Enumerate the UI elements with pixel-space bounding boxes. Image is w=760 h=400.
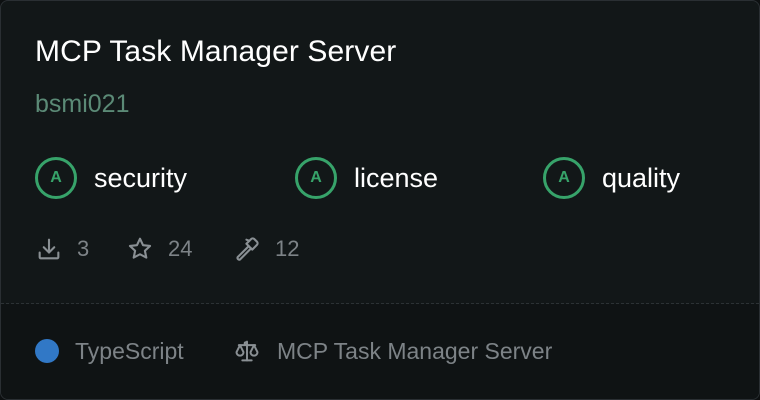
language-info: TypeScript [35, 336, 184, 366]
language-color-dot [35, 339, 59, 363]
hammer-icon [236, 237, 259, 261]
quality-label: quality [602, 162, 681, 193]
scale-icon [235, 340, 259, 362]
license-info: MCP Task Manager Server [233, 336, 552, 366]
badge-license[interactable]: A license [295, 154, 438, 202]
tools-stat: 12 [233, 233, 299, 265]
tools-count: 12 [275, 236, 300, 261]
stats-row: 3 24 12 [1, 233, 759, 265]
downloads-count: 3 [77, 236, 90, 261]
security-label: security [94, 162, 188, 193]
quality-grade: A [543, 157, 585, 199]
license-label: license [354, 162, 439, 193]
language-label: TypeScript [75, 337, 184, 364]
server-card[interactable]: MCP Task Manager Server bsmi021 A securi… [0, 0, 760, 400]
license-grade: A [295, 157, 337, 199]
downloads-stat: 3 [35, 233, 89, 265]
badge-security[interactable]: A security [35, 154, 187, 202]
download-icon [38, 238, 60, 260]
badge-quality[interactable]: A quality [543, 154, 680, 202]
license-label: MCP Task Manager Server [277, 337, 553, 364]
stars-count: 24 [168, 236, 193, 261]
quality-badges: A security A license A quality [1, 154, 759, 202]
card-footer: TypeScript MCP Task Manager Server [1, 304, 759, 399]
server-title[interactable]: MCP Task Manager Server [35, 35, 396, 69]
security-grade: A [35, 157, 77, 199]
server-author[interactable]: bsmi021 [35, 90, 130, 119]
star-icon [128, 237, 152, 259]
stars-stat: 24 [126, 233, 192, 265]
